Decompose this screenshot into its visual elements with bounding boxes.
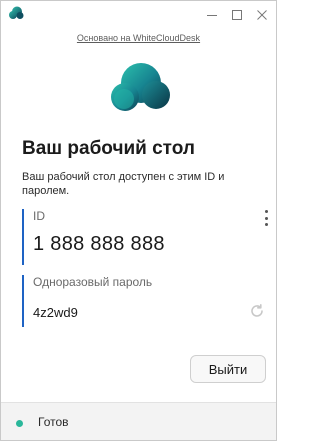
maximize-icon xyxy=(232,10,242,20)
password-value: 4z2wd9 xyxy=(33,305,78,320)
cloud-logo xyxy=(111,63,170,111)
password-label: Одноразовый пароль xyxy=(33,275,153,289)
close-button[interactable] xyxy=(251,5,273,25)
title-bar xyxy=(1,1,276,31)
status-text: Готов xyxy=(38,415,69,429)
minimize-icon xyxy=(207,15,217,16)
description-text: Ваш рабочий стол доступен с этим ID и па… xyxy=(22,171,225,197)
id-label: ID xyxy=(33,209,45,223)
refresh-icon[interactable] xyxy=(249,303,265,319)
more-vertical-icon[interactable] xyxy=(261,210,271,226)
id-value: 1 888 888 888 xyxy=(33,233,165,255)
cloud-logo-icon xyxy=(9,6,24,19)
id-section: ID 1 888 888 888 xyxy=(22,209,269,265)
app-window: Основано на WhiteCloudDesk Ваш рабочий с… xyxy=(0,0,277,441)
status-indicator xyxy=(16,420,23,427)
minimize-button[interactable] xyxy=(201,5,223,25)
status-bar: Готов xyxy=(1,402,276,440)
logout-button[interactable]: Выйти xyxy=(190,355,266,383)
password-section: Одноразовый пароль 4z2wd9 xyxy=(22,275,269,327)
powered-by-link[interactable]: Основано на WhiteCloudDesk xyxy=(1,33,276,43)
page-title: Ваш рабочий стол xyxy=(22,138,195,159)
close-icon xyxy=(257,10,267,20)
maximize-button[interactable] xyxy=(226,5,248,25)
